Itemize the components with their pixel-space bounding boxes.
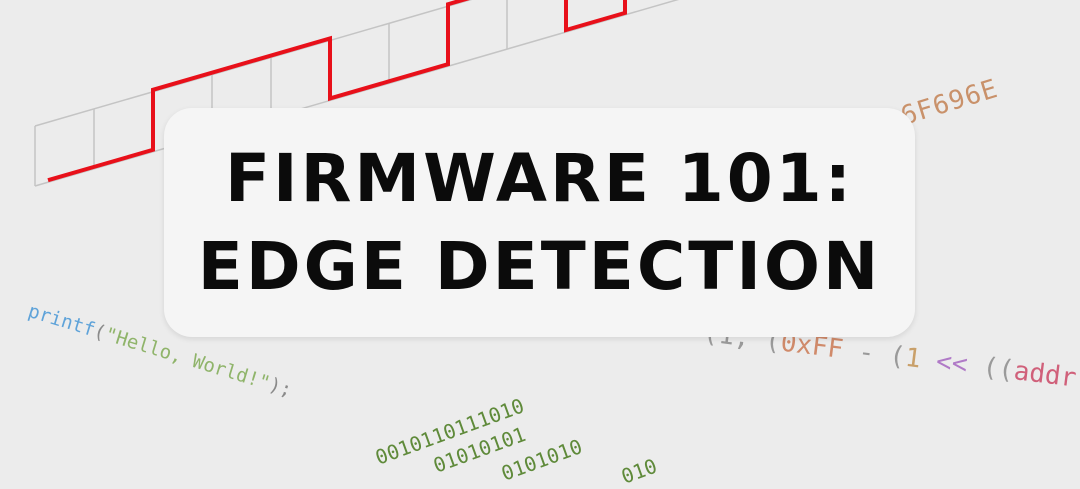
title-line-1: FIRMWARE 101:	[224, 139, 855, 217]
binary-line: 010	[618, 453, 661, 489]
title-line-2: EDGE DETECTION	[197, 227, 882, 305]
title-card: FIRMWARE 101: EDGE DETECTION	[164, 108, 915, 337]
expr-paren: ((	[981, 352, 1016, 386]
